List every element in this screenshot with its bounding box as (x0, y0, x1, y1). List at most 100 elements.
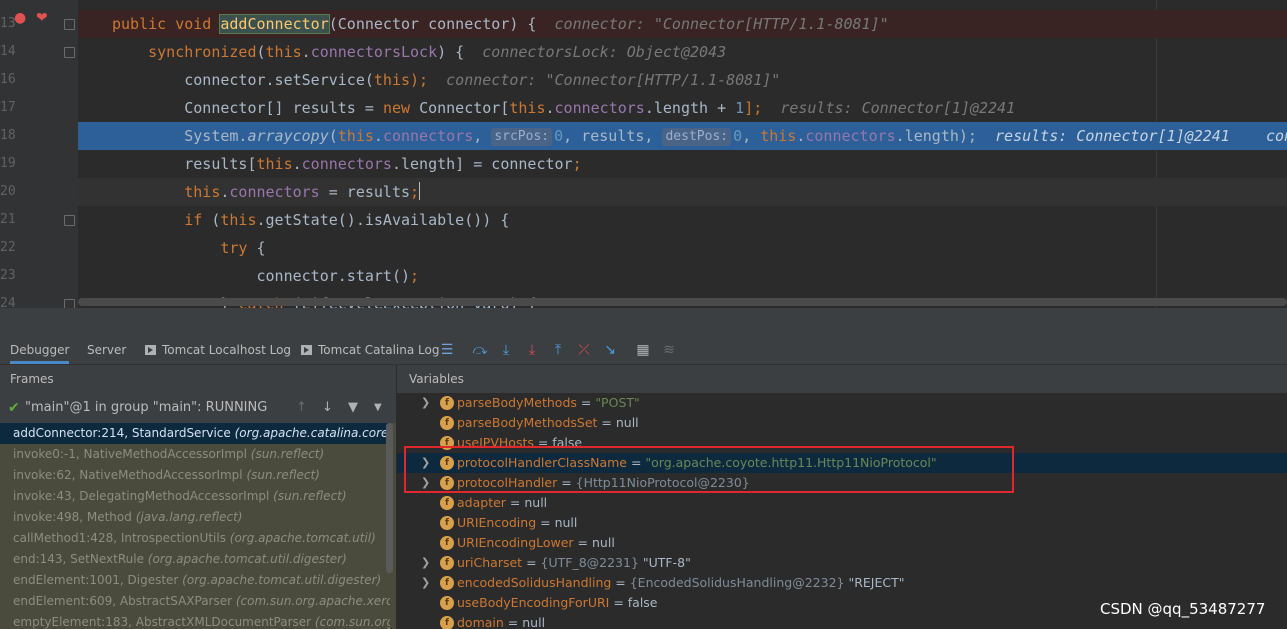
code-line[interactable]: this.connectors = results; (78, 178, 1287, 206)
gutter-line[interactable]: 19 (0, 150, 78, 178)
gutter-line[interactable]: 16 (0, 66, 78, 94)
tab-tomcat-localhost-log[interactable]: Tomcat Localhost Log (145, 336, 291, 364)
step-into-icon[interactable]: ⤓ (497, 336, 515, 364)
stack-frame[interactable]: invoke:62, NativeMethodAccessorImpl (sun… (0, 465, 390, 486)
variable-row[interactable]: f URIEncoding = null (397, 513, 1287, 533)
drop-frame-icon[interactable]: ⤫ (575, 336, 593, 364)
chevron-down-icon[interactable]: ▼ (374, 395, 382, 421)
tab-tomcat-catalina-log[interactable]: Tomcat Catalina Log (301, 336, 439, 364)
code-line[interactable]: Connector[] results = new Connector[this… (78, 94, 1287, 122)
variable-value: {EncodedSolidusHandling@2232} (629, 575, 845, 590)
variable-text: URIEncodingLower = null (457, 533, 615, 553)
frame-method: endElement:609, AbstractSAXParser (13, 594, 236, 608)
variable-name: parseBodyMethodsSet (457, 415, 598, 430)
code-token: this (373, 71, 411, 89)
code-line[interactable]: public void addConnector(Connector conne… (78, 10, 1287, 38)
variable-row[interactable]: f adapter = null (397, 493, 1287, 513)
stack-frame[interactable]: endElement:1001, Digester (org.apache.to… (0, 570, 390, 591)
parameter-hint: srcPos: (491, 128, 553, 146)
restore-layout-icon[interactable]: ≋ (660, 336, 678, 364)
inline-debug-value: results: Connector[1]@2241 (780, 99, 1016, 117)
code-token: . (301, 43, 311, 61)
stack-frame[interactable]: callMethod1:428, IntrospectionUtils (org… (0, 528, 390, 549)
arrow-up-icon[interactable]: ↑ (296, 395, 307, 421)
tab-server[interactable]: Server (87, 336, 126, 364)
variable-text: parseBodyMethods = "POST" (457, 393, 640, 413)
code-token: connectors (229, 183, 320, 201)
expand-chevron-icon[interactable]: ❯ (421, 553, 430, 573)
stack-frame[interactable]: invoke0:-1, NativeMethodAccessorImpl (su… (0, 444, 390, 465)
field-icon: f (440, 576, 454, 590)
code-token: .length + (644, 99, 736, 117)
line-number: 21 (0, 212, 16, 227)
gutter-line[interactable]: 18 (0, 122, 78, 150)
code-token: new (382, 99, 420, 117)
variable-text: parseBodyMethodsSet = null (457, 413, 639, 433)
menu-icon[interactable]: ☰ (438, 336, 456, 364)
breakpoint-icon[interactable]: ● (14, 10, 26, 26)
variable-value-string: "UTF-8" (638, 555, 691, 570)
frame-package: (org.apache.tomcat.util.digester) (182, 573, 382, 587)
code-line[interactable]: try { (78, 234, 1287, 262)
stack-frame[interactable]: emptyElement:183, AbstractXMLDocumentPar… (0, 612, 390, 629)
force-step-into-icon[interactable]: ⤓ (523, 336, 541, 364)
editor-gutter[interactable]: 13 ● ❤ 14 16 17 18 19 20 21 22 23 24 (0, 0, 78, 308)
line-number: 22 (0, 240, 16, 255)
step-out-icon[interactable]: ⤒ (549, 336, 567, 364)
fold-icon[interactable] (64, 215, 75, 226)
evaluate-icon[interactable]: ▦ (634, 336, 652, 364)
variable-row[interactable]: ❯ f encodedSolidusHandling = {EncodedSolid… (397, 573, 1287, 593)
gutter-line[interactable]: 24 (0, 290, 78, 308)
stack-frame[interactable]: end:143, SetNextRule (org.apache.tomcat.… (0, 549, 390, 570)
code-line[interactable]: if (this.getState().isAvailable()) { (78, 206, 1287, 234)
gutter-line[interactable]: 22 (0, 234, 78, 262)
variable-row[interactable]: f URIEncodingLower = null (397, 533, 1287, 553)
line-number: 23 (0, 268, 16, 283)
variable-equals: = (522, 555, 541, 570)
thread-selector[interactable]: ✔ "main"@1 in group "main": RUNNING ↑ ↓ … (0, 395, 396, 421)
gutter-line[interactable]: 20 (0, 178, 78, 206)
field-icon: f (440, 396, 454, 410)
line-number: 20 (0, 184, 16, 199)
variable-row[interactable]: f parseBodyMethodsSet = null (397, 413, 1287, 433)
stack-frame[interactable]: invoke:43, DelegatingMethodAccessorImpl … (0, 486, 390, 507)
code-token: try (112, 239, 257, 257)
filter-icon[interactable]: ▼ (348, 395, 358, 421)
gutter-line[interactable]: 14 (0, 38, 78, 66)
variable-value: null (554, 515, 578, 530)
variables-title: Variables (397, 365, 1287, 393)
run-to-cursor-icon[interactable]: ↘ (601, 336, 619, 364)
stack-frame[interactable]: addConnector:214, StandardService (org.a… (0, 423, 390, 444)
fold-icon[interactable] (64, 299, 75, 308)
frames-scrollbar[interactable] (386, 423, 393, 573)
check-icon: ✔ (8, 400, 20, 416)
code-line[interactable]: connector.start(); (78, 262, 1287, 290)
code-line[interactable]: System.arraycopy(this.connectors, srcPos… (78, 122, 1287, 150)
inline-debug-value: connectorsLock: Object@2043 (482, 43, 727, 61)
code-line[interactable]: results[this.connectors.length] = connec… (78, 150, 1287, 178)
expand-chevron-icon[interactable]: ❯ (421, 573, 430, 593)
variable-equals: = (611, 575, 630, 590)
stack-frame[interactable]: endElement:609, AbstractSAXParser (com.s… (0, 591, 390, 612)
code-line[interactable]: connector.setService(this); connector: "… (78, 66, 1287, 94)
code-token: connector.setService( (112, 71, 374, 89)
step-over-icon[interactable]: ⤼ (471, 336, 489, 364)
editor-horizontal-scrollbar[interactable] (78, 298, 1287, 306)
code-line[interactable]: synchronized(this.connectorsLock) { conn… (78, 38, 1287, 66)
fold-icon[interactable] (64, 47, 75, 58)
variable-row[interactable]: ❯ f uriCharset = {UTF_8@2231} "UTF-8" (397, 553, 1287, 573)
expand-chevron-icon[interactable]: ❯ (421, 393, 430, 413)
code-editor[interactable]: 13 ● ❤ 14 16 17 18 19 20 21 22 23 24 public void add… (0, 0, 1287, 308)
fold-icon[interactable] (64, 19, 75, 30)
gutter-line[interactable]: 21 (0, 206, 78, 234)
gutter-line[interactable]: 13 ● ❤ (0, 10, 78, 38)
stack-frame[interactable]: invoke:498, Method (java.lang.reflect) (0, 507, 390, 528)
tab-debugger[interactable]: Debugger (10, 336, 70, 364)
gutter-line[interactable]: 23 (0, 262, 78, 290)
variable-row[interactable]: ❯ f parseBodyMethods = "POST" (397, 393, 1287, 413)
method-breakpoint-icon[interactable]: ❤ (36, 10, 48, 26)
code-token: ; (572, 155, 582, 173)
gutter-line[interactable]: 17 (0, 94, 78, 122)
variable-equals: = (505, 495, 525, 510)
arrow-down-icon[interactable]: ↓ (322, 395, 333, 421)
